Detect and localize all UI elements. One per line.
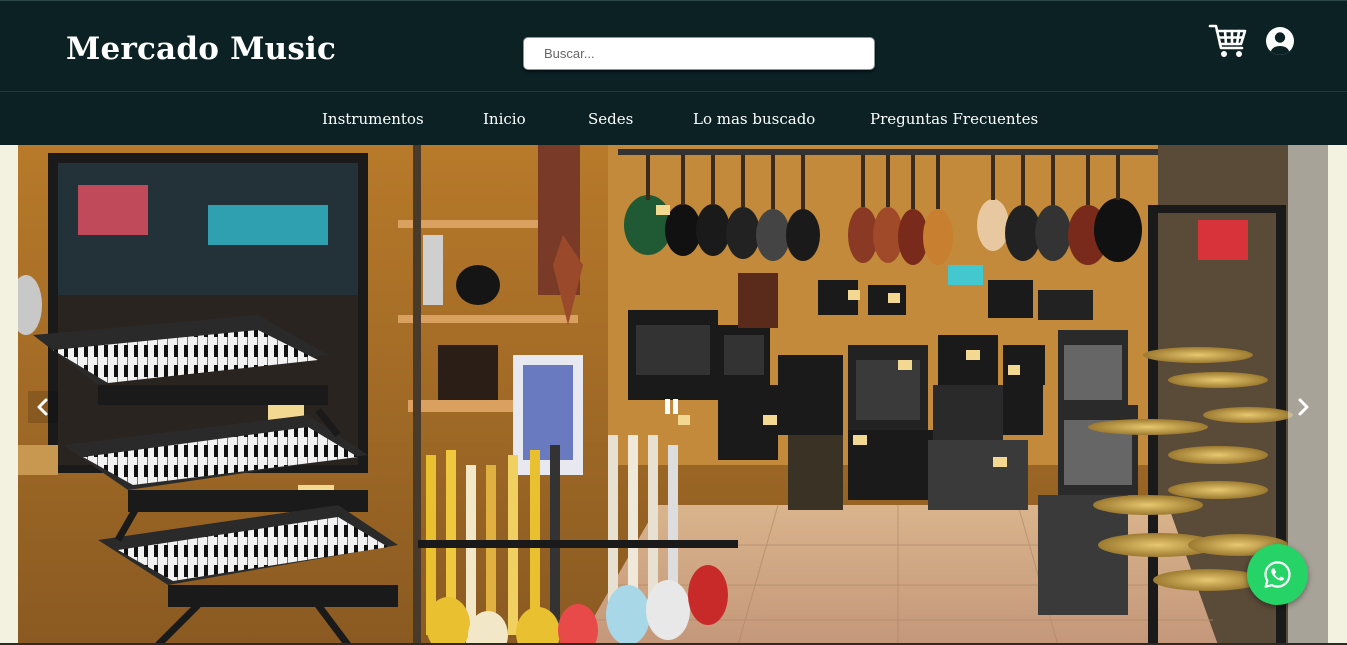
nav-item-lo-mas-buscado[interactable]: Lo mas buscado bbox=[693, 110, 815, 128]
main-nav: Instrumentos Inicio Sedes Lo mas buscado… bbox=[0, 91, 1347, 145]
chevron-right-icon[interactable] bbox=[1288, 391, 1318, 423]
nav-item-inicio[interactable]: Inicio bbox=[483, 110, 526, 128]
nav-item-instrumentos[interactable]: Instrumentos bbox=[322, 110, 424, 128]
brand-logo[interactable]: Mercado Music bbox=[66, 31, 336, 67]
nav-item-sedes[interactable]: Sedes bbox=[588, 110, 633, 128]
pause-icon[interactable] bbox=[662, 396, 682, 418]
search-box[interactable] bbox=[523, 37, 875, 70]
chevron-left-icon[interactable] bbox=[28, 391, 58, 423]
hero-carousel bbox=[18, 145, 1328, 645]
whatsapp-button[interactable] bbox=[1247, 544, 1308, 605]
whatsapp-icon bbox=[1264, 561, 1291, 588]
site-header: Mercado Music bbox=[0, 0, 1347, 91]
store-interior-image bbox=[18, 145, 1328, 645]
user-circle-icon[interactable] bbox=[1265, 26, 1295, 56]
cart-icon[interactable] bbox=[1208, 23, 1248, 59]
search-input[interactable] bbox=[524, 38, 874, 69]
nav-item-preguntas-frecuentes[interactable]: Preguntas Frecuentes bbox=[870, 110, 1038, 128]
